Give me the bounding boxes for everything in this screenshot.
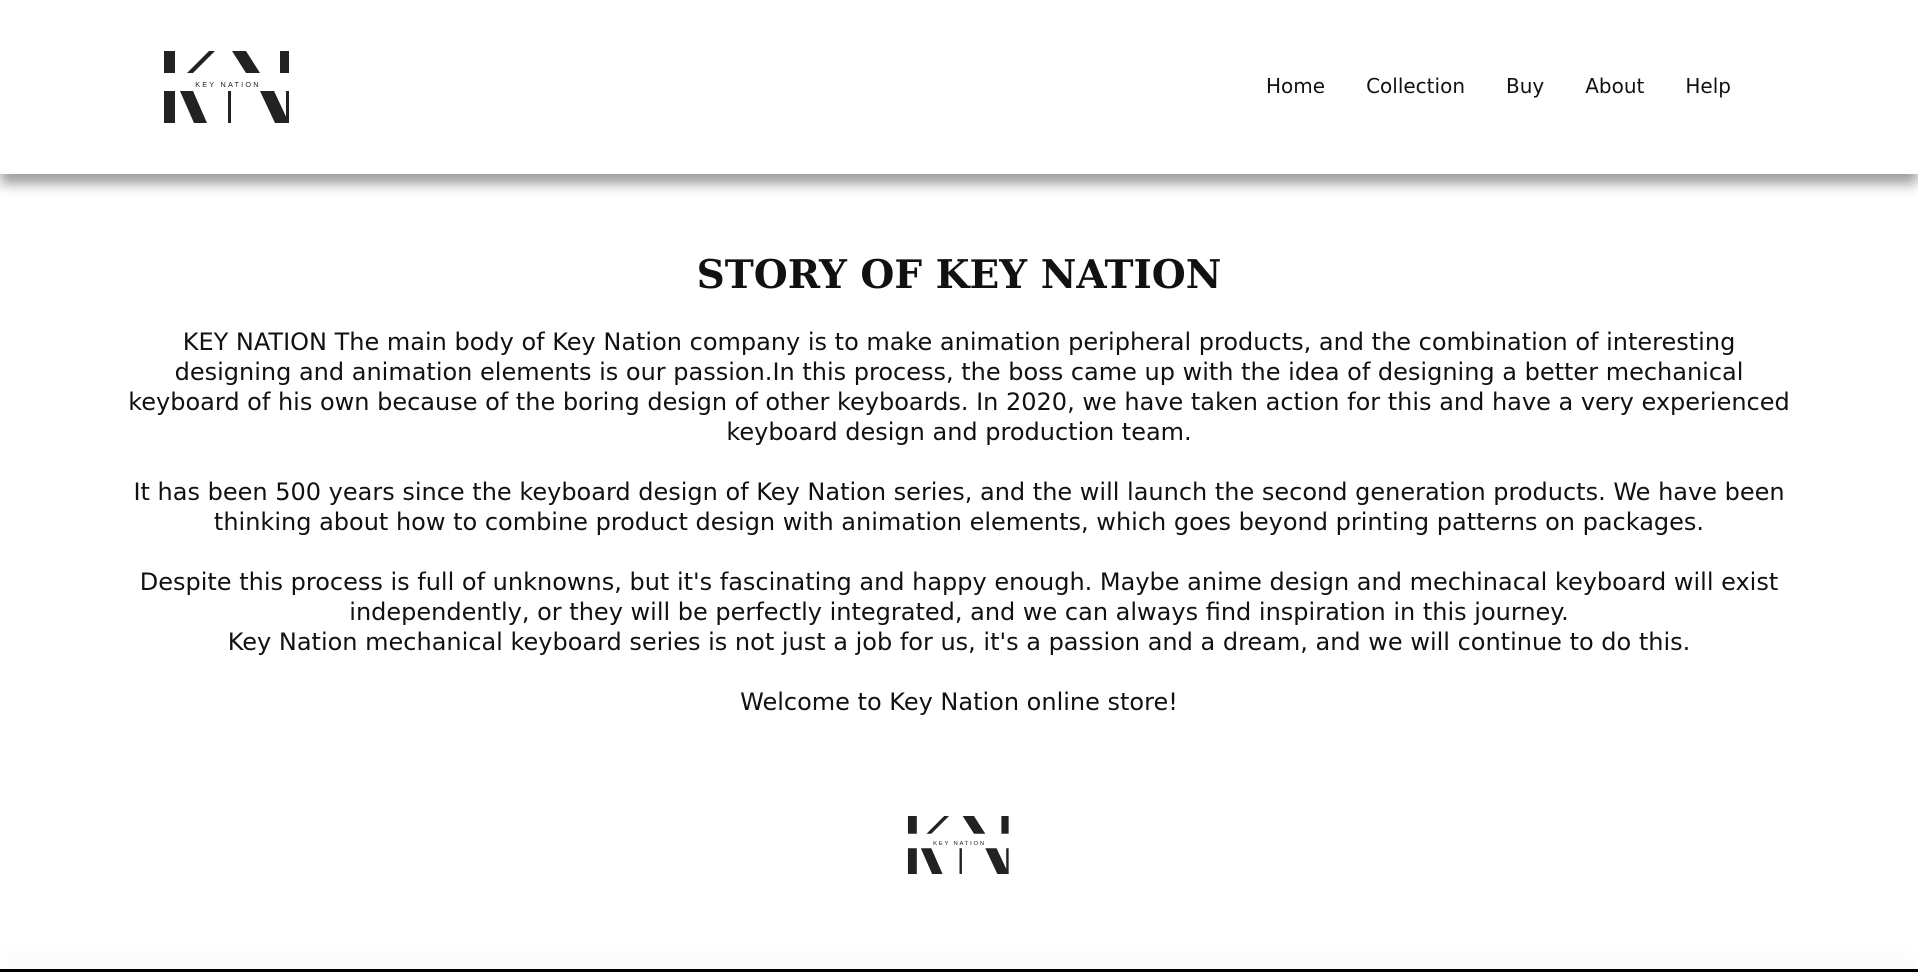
page-title: STORY OF KEY NATION	[696, 252, 1222, 298]
main-content: STORY OF KEY NATION KEY NATION The main …	[0, 174, 1918, 972]
nav-home-link[interactable]: Home	[1266, 72, 1325, 100]
site-header: KEY NATION Home Collection Buy About Hel…	[0, 0, 1918, 174]
nav-about-link[interactable]: About	[1585, 72, 1644, 100]
footer-logo-text: KEY NATION	[933, 841, 986, 847]
nav-help-link[interactable]: Help	[1685, 72, 1731, 100]
story-section: KEY NATION The main body of Key Nation c…	[122, 327, 1796, 717]
story-paragraph-1: KEY NATION The main body of Key Nation c…	[128, 328, 1790, 446]
welcome-message: Welcome to Key Nation online store!	[740, 688, 1178, 716]
nav-buy-link[interactable]: Buy	[1506, 72, 1544, 100]
story-paragraph-2: It has been 500 years since the keyboard…	[133, 478, 1785, 536]
logo-link[interactable]: KEY NATION	[162, 51, 294, 123]
story-paragraph-3: Despite this process is full of unknowns…	[139, 568, 1779, 626]
story-paragraph-4: Key Nation mechanical keyboard series is…	[227, 628, 1691, 656]
footer-key-nation-logo-icon: KEY NATION	[907, 816, 1009, 874]
main-navigation: Home Collection Buy About Help	[1266, 72, 1731, 100]
logo-text: KEY NATION	[195, 80, 261, 89]
nav-collection-link[interactable]: Collection	[1366, 72, 1465, 100]
key-nation-logo-icon: KEY NATION	[164, 51, 289, 123]
about-page: KEY NATION Home Collection Buy About Hel…	[0, 0, 1918, 972]
